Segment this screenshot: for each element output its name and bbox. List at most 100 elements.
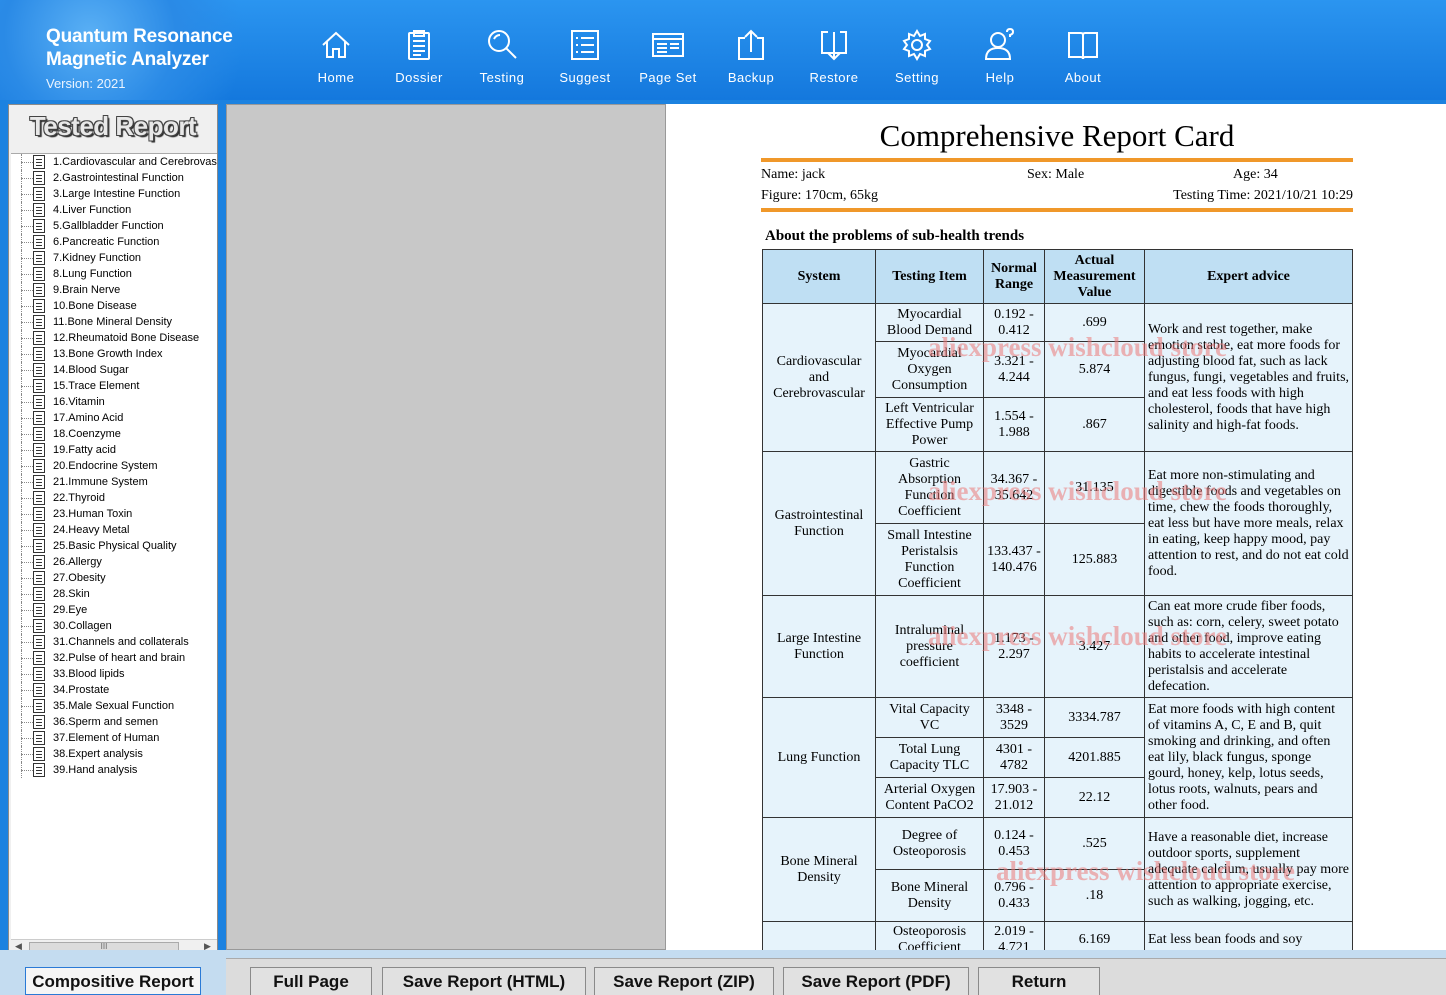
nav-dossier-label: Dossier [395, 70, 443, 85]
tree-item[interactable]: 8.Lung Function [11, 266, 217, 282]
save-zip-button[interactable]: Save Report (ZIP) [594, 967, 774, 995]
tree-item[interactable]: 10.Bone Disease [11, 298, 217, 314]
nav-dossier-button[interactable]: Dossier [379, 28, 459, 90]
tree-item-label: 34.Prostate [53, 684, 110, 696]
nav-suggest-button[interactable]: Suggest [545, 28, 625, 90]
tree-item[interactable]: 27.Obesity [11, 570, 217, 586]
tree-item[interactable]: 38.Expert analysis [11, 746, 217, 762]
tree-item[interactable]: 18.Coenzyme [11, 426, 217, 442]
tested-report-title: Tested Report [9, 111, 217, 151]
tree-item[interactable]: 3.Large Intestine Function [11, 186, 217, 202]
nav-about-button[interactable]: About [1043, 28, 1123, 90]
testing-item-cell: Myocardial Blood Demand [875, 303, 984, 342]
patient-name: Name: jack [761, 167, 826, 182]
normal-range-cell: 1.554 - 1.988 [983, 397, 1045, 452]
tree-item-label: 31.Channels and collaterals [53, 636, 189, 648]
tree-item[interactable]: 25.Basic Physical Quality [11, 538, 217, 554]
tree-item[interactable]: 6.Pancreatic Function [11, 234, 217, 250]
section-title: About the problems of sub-health trends [765, 228, 1025, 244]
document-icon [33, 699, 45, 713]
tree-item[interactable]: 35.Male Sexual Function [11, 698, 217, 714]
tree-item[interactable]: 23.Human Toxin [11, 506, 217, 522]
tree-item[interactable]: 2.Gastrointestinal Function [11, 170, 217, 186]
list-icon [571, 30, 599, 60]
app-title-line2: Magnetic Analyzer [46, 49, 209, 70]
document-icon [33, 379, 45, 393]
tree-item-label: 4.Liver Function [53, 204, 132, 216]
tree-item[interactable]: 7.Kidney Function [11, 250, 217, 266]
tree-item[interactable]: 36.Sperm and semen [11, 714, 217, 730]
tree-item[interactable]: 24.Heavy Metal [11, 522, 217, 538]
tree-item-label: 38.Expert analysis [53, 748, 143, 760]
tree-item[interactable]: 4.Liver Function [11, 202, 217, 218]
app-version: Version: 2021 [46, 76, 126, 91]
expert-advice-cell: Eat more non-stimulating and digestible … [1144, 451, 1353, 596]
tree-item[interactable]: 31.Channels and collaterals [11, 634, 217, 650]
tree-item[interactable]: 11.Bone Mineral Density [11, 314, 217, 330]
tree-item[interactable]: 32.Pulse of heart and brain [11, 650, 217, 666]
tree-item[interactable]: 26.Allergy [11, 554, 217, 570]
normal-range-cell: 34.367 - 35.642 [983, 451, 1045, 524]
book-icon [1068, 32, 1098, 60]
tree-item-label: 35.Male Sexual Function [53, 700, 175, 712]
tree-item[interactable]: 34.Prostate [11, 682, 217, 698]
tree-item-label: 9.Brain Nerve [53, 284, 121, 296]
compositive-report-button[interactable]: Compositive Report [25, 967, 201, 995]
tree-item[interactable]: 22.Thyroid [11, 490, 217, 506]
tree-item[interactable]: 29.Eye [11, 602, 217, 618]
document-icon [33, 475, 45, 489]
normal-range-cell: 0.124 - 0.453 [983, 817, 1045, 870]
report-tree: 1.Cardiovascular and Cerebrovascular 2.Ga… [11, 153, 217, 939]
nav-home-button[interactable]: Home [296, 28, 376, 90]
tree-item[interactable]: 14.Blood Sugar [11, 362, 217, 378]
nav-testing-button[interactable]: Testing [462, 28, 542, 90]
return-button[interactable]: Return [978, 967, 1100, 995]
tree-item[interactable]: 21.Immune System [11, 474, 217, 490]
tree-item-label: 36.Sperm and semen [53, 716, 159, 728]
expert-advice-cell: Eat less bean foods and soy [1144, 921, 1353, 950]
normal-range-cell: 4301 - 4782 [983, 737, 1045, 778]
app-window: Quantum Resonance Magnetic Analyzer Vers… [0, 0, 1446, 995]
tree-item-label: 2.Gastrointestinal Function [53, 172, 184, 184]
tree-item[interactable]: 17.Amino Acid [11, 410, 217, 426]
tree-item-label: 6.Pancreatic Function [53, 236, 160, 248]
tree-item[interactable]: 12.Rheumatoid Bone Disease [11, 330, 217, 346]
document-icon [33, 299, 45, 313]
tree-item-label: 10.Bone Disease [53, 300, 137, 312]
tree-item[interactable]: 30.Collagen [11, 618, 217, 634]
patient-age: Age: 34 [1233, 167, 1278, 182]
nav-pageset-label: Page Set [639, 70, 697, 85]
tree-item[interactable]: 1.Cardiovascular and Cerebrovascular [11, 154, 217, 170]
testing-item-cell: Small Intestine Peristalsis Function Coe… [875, 523, 984, 596]
document-icon [33, 587, 45, 601]
tree-item[interactable]: 37.Element of Human [11, 730, 217, 746]
document-icon [33, 619, 45, 633]
tree-item[interactable]: 9.Brain Nerve [11, 282, 217, 298]
tree-item[interactable]: 19.Fatty acid [11, 442, 217, 458]
nav-backup-button[interactable]: Backup [711, 28, 791, 90]
full-page-button[interactable]: Full Page [250, 967, 372, 995]
table-row: Lung Function Vital Capacity VC 3348 - 352… [762, 697, 1353, 818]
tree-item[interactable]: 20.Endocrine System [11, 458, 217, 474]
nav-setting-button[interactable]: Setting [877, 28, 957, 90]
save-html-button[interactable]: Save Report (HTML) [382, 967, 586, 995]
header-actual-value: Actual Measurement Value [1044, 249, 1145, 304]
tree-item-label: 11.Bone Mineral Density [53, 316, 173, 328]
tree-item[interactable]: 39.Hand analysis [11, 762, 217, 778]
save-pdf-button[interactable]: Save Report (PDF) [783, 967, 969, 995]
actual-value-cell: 3334.787 [1044, 697, 1145, 738]
report-document[interactable]: Comprehensive Report Card Name: jack Sex… [666, 104, 1446, 950]
nav-help-button[interactable]: Help [960, 28, 1040, 90]
nav-restore-button[interactable]: Restore [794, 28, 874, 90]
tree-item[interactable]: 28.Skin [11, 586, 217, 602]
nav-testing-label: Testing [479, 70, 525, 85]
document-icon [33, 539, 45, 553]
tree-item[interactable]: 16.Vitamin [11, 394, 217, 410]
nav-pageset-button[interactable]: Page Set [628, 28, 708, 90]
document-icon [33, 331, 45, 345]
tree-item-label: 3.Large Intestine Function [53, 188, 181, 200]
tree-item[interactable]: 33.Blood lipids [11, 666, 217, 682]
tree-item[interactable]: 15.Trace Element [11, 378, 217, 394]
tree-item[interactable]: 13.Bone Growth Index [11, 346, 217, 362]
tree-item[interactable]: 5.Gallbladder Function [11, 218, 217, 234]
